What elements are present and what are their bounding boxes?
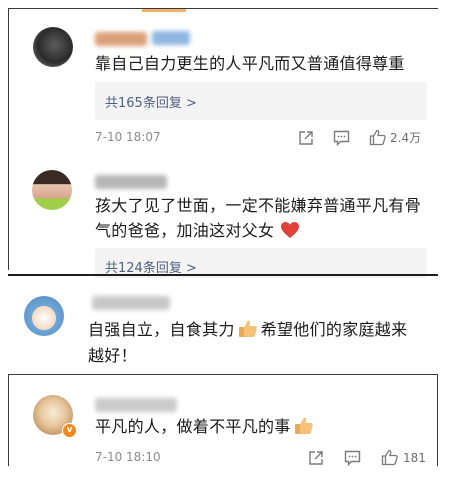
comment-text-line2: 气的爸爸，加油这对父女 [95, 217, 300, 244]
comment-icon [344, 450, 361, 466]
comment-text-content: 气的爸爸，加油这对父女 [95, 221, 275, 240]
share-button[interactable] [298, 130, 314, 146]
comment-text: 孩大了见了世面，一定不能嫌弃普通平凡有骨 [95, 196, 422, 215]
comment-icon [333, 130, 350, 146]
share-icon [309, 451, 323, 465]
thumbs-up-emoji-icon [238, 320, 257, 337]
comment-text-part1: 自强自立，自食其力 [88, 320, 235, 339]
like-count: 2.4万 [390, 131, 422, 145]
view-replies-link[interactable]: 共165条回复 > [105, 92, 197, 111]
like-icon [381, 449, 398, 466]
box-right-border [437, 374, 438, 466]
thumbs-up-emoji-icon [294, 417, 313, 434]
share-icon [299, 131, 313, 145]
like-button[interactable]: 181 [381, 449, 426, 466]
verified-badge-icon: v [62, 423, 77, 438]
like-count: 181 [403, 450, 426, 465]
comment-text-line2: 越好！ [88, 346, 137, 365]
comment-text: 靠自己自力更生的人平凡而又普通值得尊重 [95, 54, 405, 73]
timestamp: 7-10 18:07 [95, 130, 161, 144]
comment-button[interactable] [344, 450, 361, 466]
left-border-line [8, 8, 9, 270]
avatar[interactable] [24, 296, 64, 336]
comment-text: 自强自立，自食其力 希望他们的家庭越来 [88, 316, 407, 343]
box-left-border [8, 374, 9, 466]
avatar[interactable] [33, 27, 73, 67]
username[interactable] [95, 175, 167, 189]
username[interactable] [92, 296, 170, 310]
avatar[interactable] [32, 170, 72, 210]
username-tag [152, 31, 190, 45]
reply-box[interactable]: 共165条回复 > [95, 82, 427, 120]
timestamp: 7-10 18:10 [95, 450, 161, 464]
comment-text-part2: 希望他们的家庭越来 [260, 320, 408, 339]
heart-emoji-icon [281, 222, 300, 238]
username[interactable] [95, 32, 147, 46]
top-accent-mark [142, 9, 186, 12]
username[interactable] [95, 398, 177, 412]
like-button[interactable]: 2.4万 [369, 129, 421, 146]
like-icon [369, 129, 386, 146]
comment-text: 平凡的人，做着不平凡的事 [95, 413, 314, 440]
box-top-border [8, 374, 438, 375]
share-button[interactable] [308, 450, 324, 466]
section-divider [8, 274, 438, 276]
comment-text-content: 平凡的人，做着不平凡的事 [95, 417, 291, 436]
comment-button[interactable] [333, 130, 350, 146]
top-border-line [8, 8, 438, 9]
